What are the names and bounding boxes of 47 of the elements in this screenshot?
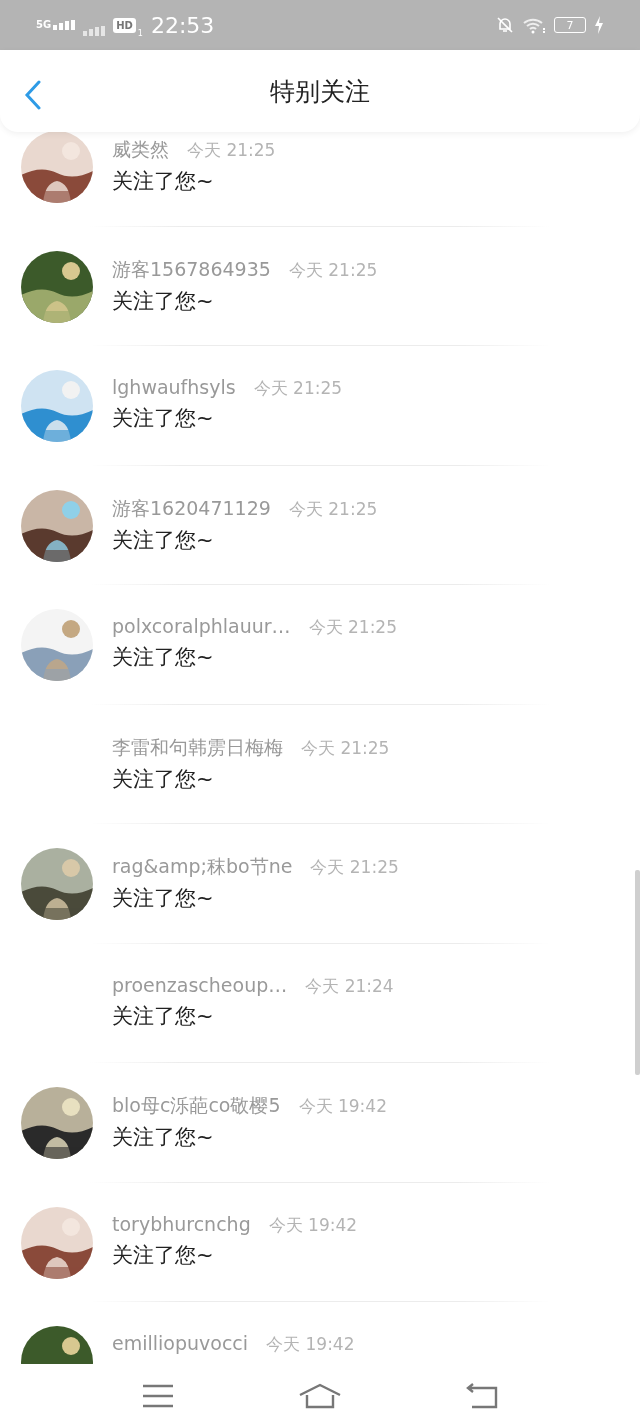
signal-icon bbox=[83, 26, 106, 36]
clock: 22:53 bbox=[150, 12, 215, 38]
user-name: blo母c泺葩co敬樱5 bbox=[112, 1093, 281, 1118]
signal-icon bbox=[53, 20, 76, 30]
user-name: 游客1620471129 bbox=[112, 495, 271, 521]
timestamp: 今天 19:42 bbox=[266, 1333, 355, 1356]
user-name: torybhurcnchg bbox=[112, 1212, 251, 1235]
timestamp: 今天 21:25 bbox=[288, 258, 378, 282]
back-icon[interactable] bbox=[466, 1382, 498, 1409]
timestamp: 今天 19:42 bbox=[268, 1213, 358, 1237]
timestamp: 今天 21:25 bbox=[308, 616, 397, 639]
user-name: proenzascheoup… bbox=[112, 973, 288, 996]
notification-text: 关注了您~ bbox=[112, 405, 215, 432]
notification-text: 关注了您~ bbox=[112, 644, 215, 671]
user-name: 威类然 bbox=[112, 137, 169, 162]
menu-icon[interactable] bbox=[142, 1383, 174, 1408]
user-name: emilliopuvocci bbox=[112, 1332, 249, 1354]
hd-badge: HD bbox=[113, 17, 136, 33]
back-icon[interactable] bbox=[24, 80, 42, 110]
user-name: polxcoralphlauur… bbox=[112, 615, 291, 637]
wifi-icon bbox=[522, 16, 546, 34]
timestamp: 今天 19:42 bbox=[298, 1095, 387, 1118]
notification-text: 关注了您~ bbox=[112, 526, 215, 554]
charging-icon bbox=[594, 16, 604, 34]
user-name: 李雷和句韩雳日梅梅 bbox=[112, 734, 283, 760]
timestamp: 今天 21:25 bbox=[301, 736, 390, 760]
bell-off-icon bbox=[496, 16, 514, 34]
page-title: 特别关注 bbox=[269, 75, 371, 108]
timestamp: 今天 21:25 bbox=[187, 139, 276, 162]
home-icon[interactable] bbox=[298, 1382, 342, 1409]
notification-text: 关注了您~ bbox=[112, 168, 215, 195]
sim-label: 1 bbox=[137, 29, 143, 38]
network-label: 5G bbox=[36, 20, 52, 30]
timestamp: 今天 21:25 bbox=[310, 856, 399, 879]
notification-text: 关注了您~ bbox=[112, 1124, 215, 1151]
notification-text: 关注了您~ bbox=[112, 885, 215, 912]
notification-text: 关注了您~ bbox=[112, 765, 215, 793]
timestamp: 今天 21:24 bbox=[305, 974, 394, 998]
battery-icon: 7 bbox=[554, 17, 586, 33]
notification-text: 关注了您~ bbox=[112, 287, 215, 315]
notification-text: 关注了您~ bbox=[112, 1241, 215, 1269]
notification-text: 关注了您~ bbox=[112, 1002, 215, 1030]
user-name: lghwaufhsyls bbox=[112, 376, 236, 398]
timestamp: 今天 21:25 bbox=[288, 497, 378, 521]
user-name: 游客1567864935 bbox=[112, 256, 271, 282]
timestamp: 今天 21:25 bbox=[253, 377, 343, 400]
user-name: rag&amp;秣bo节ne bbox=[112, 854, 293, 879]
